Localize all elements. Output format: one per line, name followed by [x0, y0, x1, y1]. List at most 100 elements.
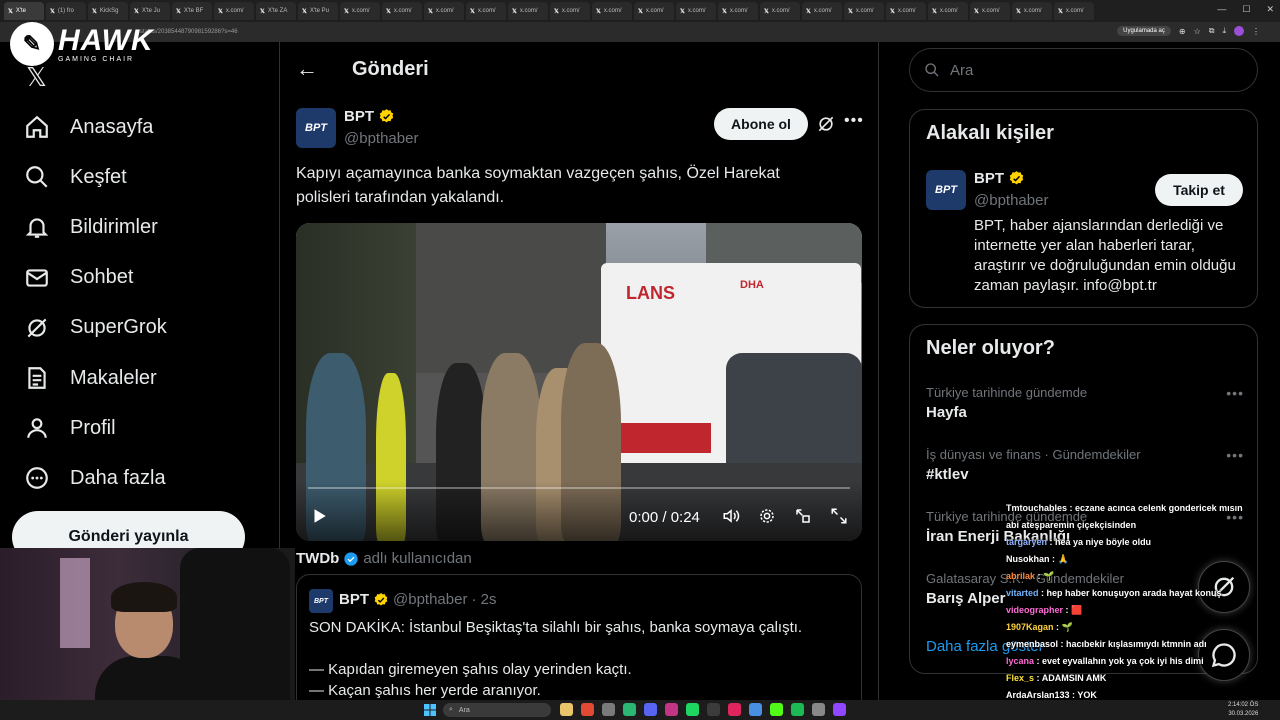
avatar[interactable]: BPT	[296, 108, 336, 148]
browser-tab-label[interactable]: (1) fro	[58, 8, 74, 14]
minimize-icon[interactable]: —	[1217, 4, 1226, 15]
maximize-icon[interactable]: ☐	[1242, 4, 1250, 15]
avatar[interactable]: BPT	[309, 589, 333, 613]
nav-item-label[interactable]: Daha fazla	[70, 467, 166, 490]
subscribe-button[interactable]: Abone ol	[714, 108, 808, 140]
browser-tab[interactable]: 𝕏x.com/	[844, 2, 884, 20]
x-logo-icon[interactable]: 𝕏	[26, 62, 47, 93]
browser-tab-label[interactable]: X'te Ju	[142, 8, 160, 14]
star-icon[interactable]: ☆	[1194, 27, 1201, 36]
extensions-icon[interactable]: ⧉	[1209, 26, 1215, 36]
browser-tab[interactable]: 𝕏 X'te Pu	[298, 2, 338, 20]
nav-item-label[interactable]: SuperGrok	[70, 316, 167, 339]
post-author-name[interactable]: BPT	[344, 108, 395, 125]
browser-tab[interactable]: 𝕏 X'te Ju	[130, 2, 170, 20]
kick-icon[interactable]	[770, 703, 783, 716]
browser-tab[interactable]: 𝕏x.com/	[508, 2, 548, 20]
app-icon[interactable]	[665, 703, 678, 716]
settings-gear-icon[interactable]	[758, 507, 776, 525]
video-progress-bar[interactable]	[308, 487, 850, 489]
nav-item-7[interactable]: Daha fazla	[24, 453, 167, 503]
related-user-handle[interactable]: @bpthaber	[974, 192, 1048, 209]
browser-tab-label[interactable]: x.com/	[604, 8, 622, 14]
trend-item[interactable]: Türkiye tarihinde gündemde Hayfa •••	[926, 385, 1244, 421]
browser-tab[interactable]: 𝕏 X'te BF	[172, 2, 212, 20]
app-icon[interactable]	[812, 703, 825, 716]
browser-tab-label[interactable]: x.com/	[1024, 8, 1042, 14]
file-explorer-icon[interactable]	[560, 703, 573, 716]
browser-tab[interactable]: 𝕏x.com/	[1012, 2, 1052, 20]
nav-item-1[interactable]: Keşfet	[24, 152, 167, 202]
browser-tab-label[interactable]: x.com/	[982, 8, 1000, 14]
trend-item[interactable]: İş dünyası ve finans · Gündemdekiler #ktl…	[926, 447, 1244, 483]
repost-attribution[interactable]: TWDb adlı kullanıcıdan	[296, 550, 472, 567]
nav-item-5[interactable]: Makaleler	[24, 353, 167, 403]
browser-tab[interactable]: 𝕏x.com/	[340, 2, 380, 20]
browser-tab-label[interactable]: x.com/	[940, 8, 958, 14]
app-icon[interactable]	[623, 703, 636, 716]
taskbar-search[interactable]: ⌕ Ara	[443, 703, 551, 717]
browser-tab[interactable]: 𝕏x.com/	[760, 2, 800, 20]
browser-tab-label[interactable]: X'te ZA	[268, 8, 288, 14]
nav-item-3[interactable]: Sohbet	[24, 253, 167, 303]
zoom-icon[interactable]: ⊕	[1179, 27, 1186, 36]
trend-name[interactable]: Hayfa	[926, 404, 1244, 421]
nav-item-6[interactable]: Profil	[24, 403, 167, 453]
browser-tab-label[interactable]: x.com/	[394, 8, 412, 14]
browser-tab-label[interactable]: x.com/	[814, 8, 832, 14]
quoted-author-handle[interactable]: @bpthaber	[393, 591, 467, 608]
search-placeholder[interactable]: Ara	[950, 62, 973, 79]
profile-icon[interactable]	[1234, 26, 1244, 36]
browser-tab[interactable]: 𝕏x.com/	[928, 2, 968, 20]
browser-tab[interactable]: 𝕏x.com/	[424, 2, 464, 20]
browser-tab[interactable]: 𝕏x.com/	[550, 2, 590, 20]
spotify-icon[interactable]	[686, 703, 699, 716]
browser-tab-label[interactable]: x.com/	[1066, 8, 1084, 14]
nav-item-2[interactable]: Bildirimler	[24, 202, 167, 252]
browser-tab-label[interactable]: x.com/	[436, 8, 454, 14]
browser-tab-label[interactable]: x.com/	[562, 8, 580, 14]
browser-tab[interactable]: 𝕏x.com/	[676, 2, 716, 20]
nav-item-label[interactable]: Keşfet	[70, 166, 127, 189]
browser-tab-label[interactable]: KickSg	[100, 8, 119, 14]
browser-tab-label[interactable]: x.com/	[730, 8, 748, 14]
browser-tab-label[interactable]: x.com/	[520, 8, 538, 14]
nav-item-label[interactable]: Makaleler	[70, 367, 157, 390]
browser-tab-label[interactable]: X'te	[16, 8, 26, 14]
more-options-icon[interactable]: •••	[1226, 447, 1244, 463]
browser-tab-label[interactable]: x.com/	[646, 8, 664, 14]
app-icon[interactable]	[833, 703, 846, 716]
browser-tab[interactable]: 𝕏 X'te ZA	[256, 2, 296, 20]
nav-item-label[interactable]: Sohbet	[70, 266, 133, 289]
windows-start-icon[interactable]	[424, 704, 436, 716]
nav-item-label[interactable]: Anasayfa	[70, 116, 153, 139]
app-icon[interactable]	[728, 703, 741, 716]
browser-tab-label[interactable]: X'te BF	[184, 8, 204, 14]
more-options-icon[interactable]: •••	[844, 112, 864, 130]
browser-tab[interactable]: 𝕏x.com/	[592, 2, 632, 20]
nav-item-0[interactable]: Anasayfa	[24, 102, 167, 152]
trend-name[interactable]: #ktlev	[926, 466, 1244, 483]
browser-tab-label[interactable]: x.com/	[898, 8, 916, 14]
nav-item-label[interactable]: Bildirimler	[70, 216, 158, 239]
obs-icon[interactable]	[707, 703, 720, 716]
browser-tab-label[interactable]: x.com/	[226, 8, 244, 14]
browser-tab-label[interactable]: x.com/	[856, 8, 874, 14]
browser-tab[interactable]: 𝕏x.com/	[634, 2, 674, 20]
address-bar[interactable]: status/2038544879098159286?s=46 Uygulama…	[0, 22, 1280, 42]
search-input[interactable]: Ara	[909, 48, 1258, 92]
browser-tab[interactable]: 𝕏x.com/	[718, 2, 758, 20]
browser-tab[interactable]: 𝕏x.com/	[466, 2, 506, 20]
reposter-name[interactable]: TWDb	[296, 550, 339, 567]
browser-tab[interactable]: 𝕏x.com/	[382, 2, 422, 20]
video-player[interactable]: LANS DHA 0:00 / 0:24	[296, 223, 862, 541]
nav-item-4[interactable]: SuperGrok	[24, 303, 167, 353]
author-name-text[interactable]: BPT	[344, 108, 374, 125]
browser-tab-label[interactable]: x.com/	[772, 8, 790, 14]
follow-button[interactable]: Takip et	[1155, 174, 1243, 206]
taskbar-search-label[interactable]: Ara	[459, 707, 470, 714]
back-arrow-icon[interactable]: ←	[296, 56, 318, 82]
browser-tab-label[interactable]: x.com/	[352, 8, 370, 14]
browser-tab[interactable]: 𝕏 KickSg	[88, 2, 128, 20]
close-icon[interactable]: ✕	[1266, 4, 1274, 15]
